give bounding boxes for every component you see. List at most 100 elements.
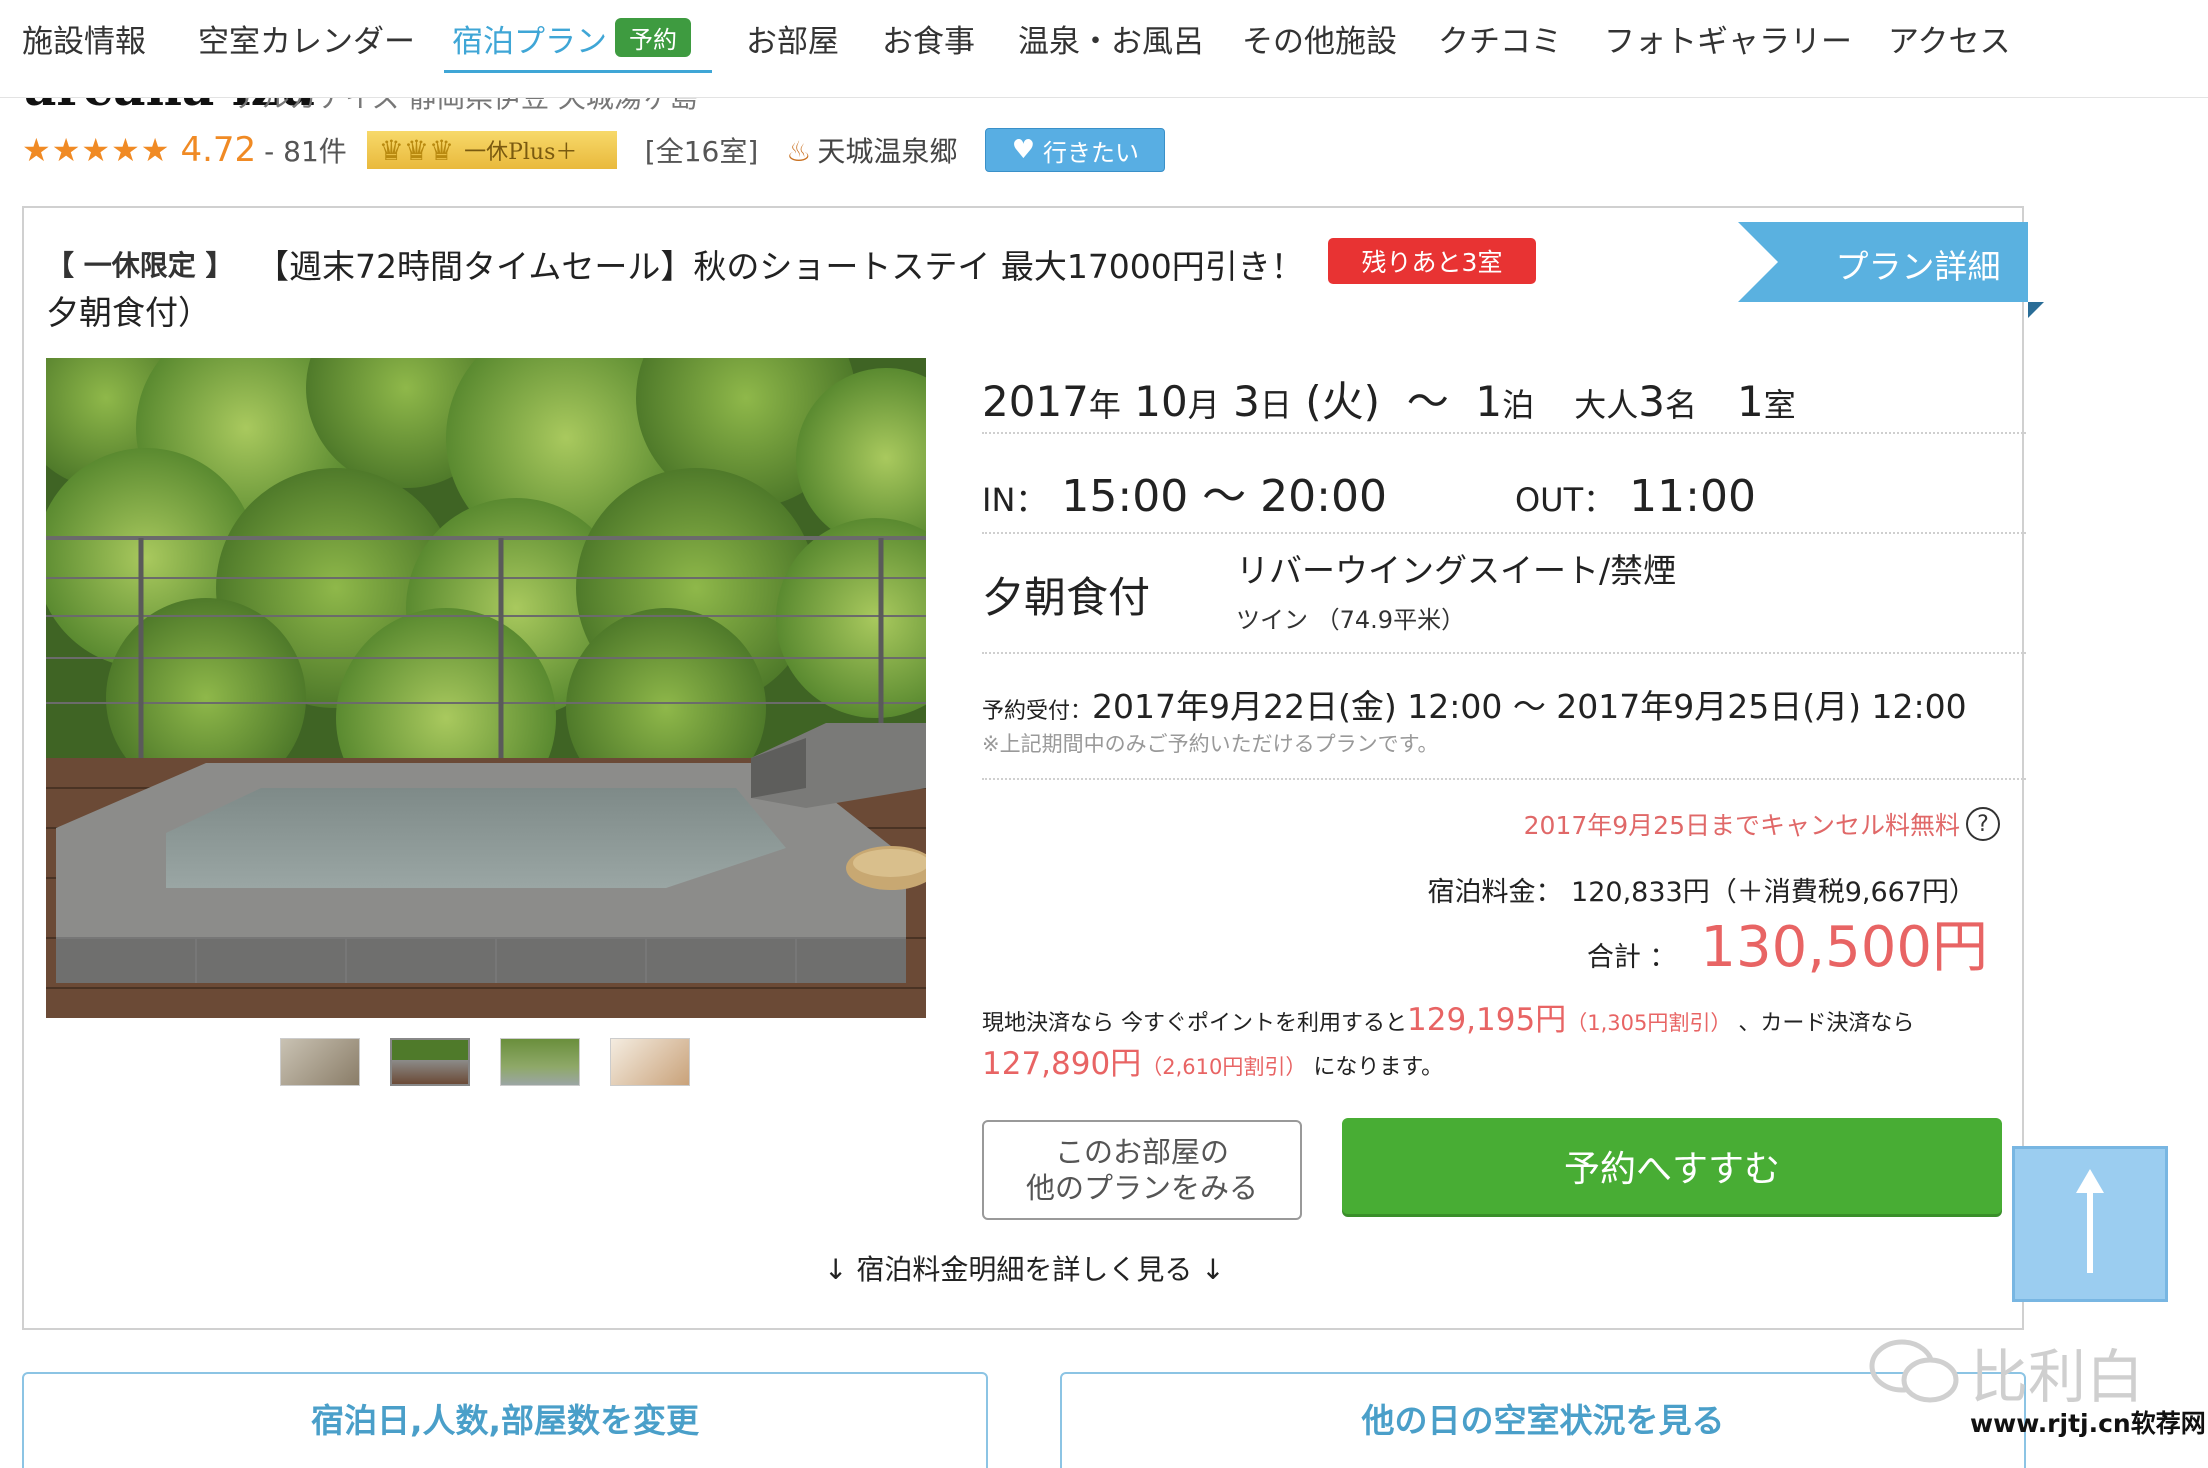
hotel-ratings-bar: ★★★★★ 4.72 - 81件 ♛♛♛ 一休Plus＋ [全16室] ♨ 天城温… (22, 128, 1166, 172)
point-discount-2: （2,610円割引） (1141, 1055, 1307, 1079)
ikyu-plus-badge: ♛♛♛ 一休Plus＋ (366, 131, 617, 169)
plan-title-continued[interactable]: 夕朝食付） (46, 286, 211, 334)
nav-item-facility-info[interactable]: 施設情報 (22, 16, 146, 61)
change-stay-conditions-button[interactable]: 宿泊日,人数,部屋数を変更 (22, 1372, 988, 1468)
plan-main-photo[interactable] (46, 358, 926, 1018)
point-text-1: 現地決済なら 今すぐポイントを利用すると (982, 1011, 1407, 1036)
arrow-up-icon (2076, 1169, 2104, 1273)
free-cancellation-notice: 2017年9月25日までキャンセル料無料 ? (1524, 806, 2000, 842)
nav-item-access[interactable]: アクセス (1888, 16, 2010, 61)
nav-item-stay-plans[interactable]: 宿泊プラン 予約 (452, 16, 691, 61)
stay-tilde: ～ (1406, 377, 1449, 426)
stay-date-summary: 2017年 10月 3日 (火) ～ 1泊 大人3名 1室 (982, 368, 2026, 429)
point-text-2: 、カード決済なら (1738, 1011, 1915, 1036)
price-detail-link[interactable]: ↓ 宿泊料金明細を詳しく見る ↓ (824, 1248, 1225, 1288)
stay-nights: 1 (1475, 377, 1503, 426)
total-price-label: 合計 ： (1586, 942, 1677, 973)
crown-icon: ♛♛♛ (378, 133, 455, 167)
hot-spring-icon: ♨ (786, 135, 812, 168)
onsen-area-label: 天城温泉郷 (817, 135, 958, 168)
stay-adults: 3 (1638, 377, 1665, 426)
outdoor-bath-photo (46, 358, 926, 1018)
room-price-label: 宿泊料金： (1427, 877, 1563, 908)
reservation-period: 予約受付：2017年9月22日(金) 12:00 〜 2017年9月25日(月)… (982, 680, 2026, 728)
nav-item-vacancy-calendar[interactable]: 空室カレンダー (198, 16, 415, 61)
total-price: 合計 ： 130,500円 (1587, 902, 1988, 983)
point-text-3: になります。 (1313, 1055, 1444, 1080)
room-total: [全16室] (644, 135, 759, 168)
free-cancellation-label: 2017年9月25日までキャンセル料無料 (1523, 811, 1960, 840)
stay-rooms-unit: 室 (1763, 386, 1796, 424)
nav-item-other-facilities[interactable]: その他施設 (1242, 16, 1397, 61)
stay-day-unit: 日 (1259, 386, 1292, 424)
stay-month: 10 (1134, 377, 1188, 426)
stay-year: 2017 (982, 377, 1089, 426)
stay-adults-unit: 名 (1664, 386, 1697, 424)
watermark-brand: 比利白 (1970, 1343, 2145, 1411)
question-icon[interactable]: ? (1966, 807, 2000, 841)
stay-nights-unit: 泊 (1502, 386, 1535, 424)
other-plans-line-2: 他のプランをみる (1025, 1171, 1258, 1205)
stay-day: 3 (1233, 377, 1260, 426)
reserve-button-label: 予約へすすむ (1563, 1149, 1780, 1190)
heart-icon: ♥ (1011, 135, 1036, 165)
photo-thumbnails (280, 1038, 690, 1086)
top-navigation: 施設情報 空室カレンダー 宿泊プラン 予約 お部屋 お食事 温泉・お風呂 その他施… (0, 0, 2208, 98)
reservation-period-label: 予約受付： (982, 699, 1093, 724)
checkin-time: 15:00 〜 20:00 (1061, 471, 1387, 522)
nav-item-photo-gallery[interactable]: フォトギャラリー (1604, 16, 1852, 61)
thumbnail-2[interactable] (390, 1038, 470, 1086)
nav-item-stay-plans-label: 宿泊プラン (452, 24, 607, 60)
checkout-time: 11:00 (1629, 471, 1756, 522)
plus-badge-label: 一休Plus＋ (464, 140, 578, 165)
other-days-availability-label: 他の日の空室状況を見る (1361, 1401, 1725, 1440)
chat-bubbles-icon (1869, 1339, 1959, 1403)
card-discount-info: 127,890円（2,610円割引） になります。 (982, 1038, 1443, 1083)
reservation-badge: 予約 (615, 18, 691, 57)
review-count[interactable]: - 81件 (264, 130, 347, 170)
thumbnail-4[interactable] (610, 1038, 690, 1086)
stay-adults-label: 大人 (1574, 386, 1639, 424)
plan-title[interactable]: 【週末72時間タイムセール】秋のショートステイ 最大17000円引き！ (256, 240, 1304, 288)
active-tab-underline (444, 70, 712, 73)
point-discount-info: 現地決済なら 今すぐポイントを利用すると129,195円（1,305円割引） 、… (982, 994, 1914, 1039)
thumbnail-1[interactable] (280, 1038, 360, 1086)
point-price-1: 129,195円 (1407, 1002, 1567, 1038)
plan-detail-ribbon[interactable]: プラン詳細 (1738, 222, 2044, 318)
onsen-area[interactable]: ♨ 天城温泉郷 (786, 130, 957, 170)
reserve-button[interactable]: 予約へすすむ (1342, 1118, 2002, 1214)
change-stay-conditions-label: 宿泊日,人数,部屋数を変更 (310, 1401, 700, 1440)
nav-item-hot-springs[interactable]: 温泉・お風呂 (1018, 16, 1204, 61)
other-plans-button[interactable]: このお部屋の 他のプランをみる (982, 1120, 1302, 1220)
divider (982, 652, 2026, 654)
stay-year-unit: 年 (1088, 386, 1121, 424)
stay-weekday: (火) (1305, 377, 1380, 426)
reservation-period-value: 2017年9月22日(金) 12:00 〜 2017年9月25日(月) 12:0… (1092, 687, 1967, 726)
nav-item-meals[interactable]: お食事 (882, 16, 975, 61)
watermark-url: www.rjtj.cn软荐网 (1970, 1409, 2206, 1438)
reservation-period-note: ※上記期間中のみご予約いただけるプランです。 (982, 732, 1439, 756)
divider (982, 532, 2026, 534)
wishlist-label: 行きたい (1043, 138, 1140, 167)
plan-limited-tag: 【 一休限定 】 (46, 249, 234, 282)
rooms-remaining-badge: 残りあと3室 (1328, 238, 1536, 284)
total-price-value: 130,500円 (1700, 915, 1988, 980)
stay-month-unit: 月 (1187, 386, 1220, 424)
divider (982, 432, 2026, 434)
rating-score[interactable]: 4.72 (180, 130, 256, 170)
checkin-label: IN： (982, 481, 1048, 519)
watermark-logo: 比利白 (1866, 1330, 2144, 1414)
point-discount-1: （1,305円割引） (1566, 1011, 1732, 1035)
point-price-2: 127,890円 (982, 1046, 1142, 1082)
nav-item-rooms[interactable]: お部屋 (746, 16, 839, 61)
nav-item-reviews[interactable]: クチコミ (1438, 16, 1562, 61)
thumbnail-3[interactable] (500, 1038, 580, 1086)
scroll-to-top-button[interactable] (2012, 1146, 2168, 1302)
other-plans-line-1: このお部屋の (1054, 1135, 1229, 1169)
wishlist-button[interactable]: ♥ 行きたい (985, 128, 1166, 172)
stay-rooms: 1 (1737, 377, 1764, 426)
plan-detail-label: プラン詳細 (1835, 247, 2001, 286)
room-name[interactable]: リバーウイングスイート/禁煙 (1236, 544, 1676, 592)
star-rating-icon: ★★★★★ (22, 131, 171, 169)
checkin-checkout: IN： 15:00 〜 20:00 OUT： 11:00 (982, 460, 2026, 524)
